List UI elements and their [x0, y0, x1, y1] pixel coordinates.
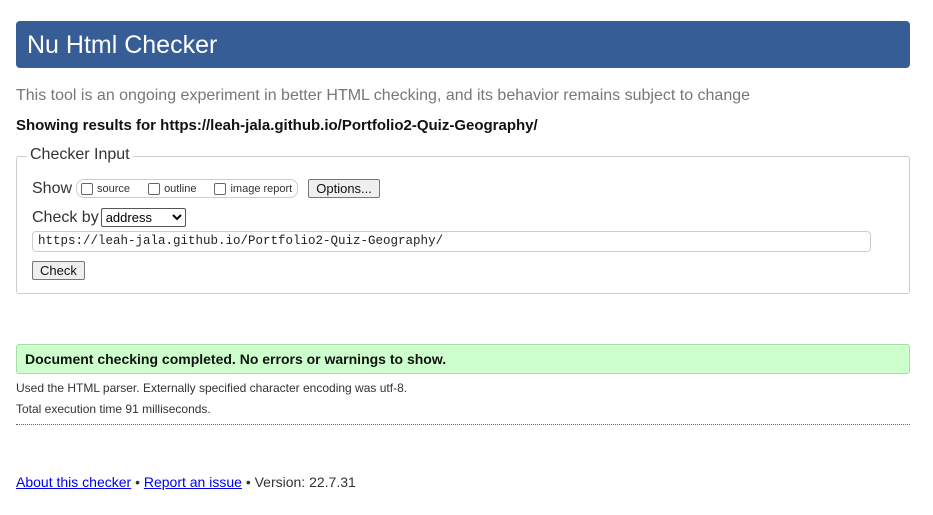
checkby-row: Check by address [32, 208, 186, 227]
tagline: This tool is an ongoing experiment in be… [16, 87, 751, 104]
checkby-label: Check by [32, 208, 99, 226]
options-button[interactable]: Options... [308, 179, 380, 198]
report-issue-link[interactable]: Report an issue [144, 474, 242, 490]
about-link[interactable]: About this checker [16, 474, 131, 490]
results-heading: Showing results for https://leah-jala.gi… [16, 117, 538, 134]
source-checkbox[interactable]: source [81, 182, 130, 195]
app-title: Nu Html Checker [27, 31, 218, 59]
show-row: Show source outline image report Options… [32, 179, 380, 198]
page-header: Nu Html Checker [16, 21, 910, 68]
divider [16, 424, 910, 425]
success-message: Document checking completed. No errors o… [16, 344, 910, 374]
parser-info: Used the HTML parser. Externally specifi… [16, 381, 408, 395]
separator: • [135, 474, 140, 490]
show-label: Show [32, 179, 73, 197]
fieldset-legend: Checker Input [27, 146, 133, 164]
url-input[interactable]: https://leah-jala.github.io/Portfolio2-Q… [32, 231, 871, 252]
checkbox-box[interactable] [148, 182, 161, 195]
checkby-select[interactable]: address [100, 208, 186, 227]
outline-checkbox[interactable]: outline [148, 182, 196, 195]
execution-time: Total execution time 91 milliseconds. [16, 402, 211, 416]
footer: About this checker • Report an issue • V… [16, 474, 356, 490]
version-text: • Version: 22.7.31 [245, 474, 356, 490]
image-report-checkbox[interactable]: image report [214, 182, 292, 195]
check-button[interactable]: Check [32, 261, 85, 280]
show-options: source outline image report [76, 179, 299, 198]
checkbox-box[interactable] [214, 182, 227, 195]
checkbox-box[interactable] [81, 182, 94, 195]
